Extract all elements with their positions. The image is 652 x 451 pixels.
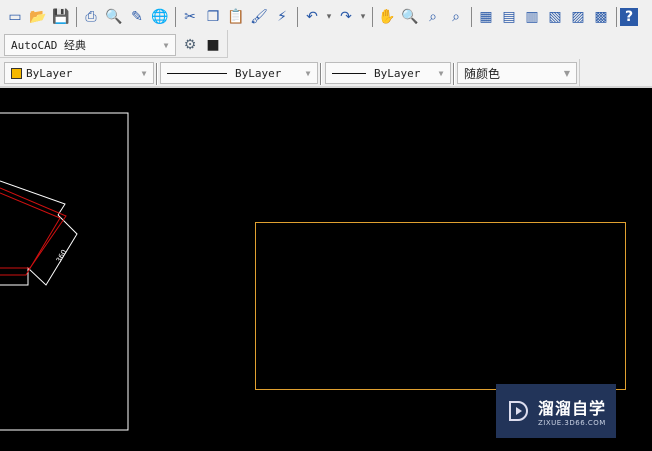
divider (156, 63, 158, 85)
sheet-set-icon[interactable]: ▧ (544, 6, 566, 28)
new-icon[interactable]: ▭ (4, 6, 26, 28)
chevron-down-icon: ▼ (305, 68, 311, 78)
toolbar-area: ▭ 📂 💾 ⎙ 🔍 ✎ 🌐 ✂ ❐ 📋 🖌 ⚡ ↶ ▾ ↷ ▾ ✋ 🔍 ⌕ ⌕ ▦ ▤ ▥ ▧ ▨ ▩? AutoCAD 经典 ▼… (0, 0, 652, 88)
color-control[interactable]: ByLayer ▼ (4, 62, 154, 84)
play-logo-icon (509, 401, 528, 421)
undo-icon[interactable]: ↶ (301, 6, 323, 28)
watermark-subtitle: ZIXUE.3D66.COM (538, 419, 606, 427)
standard-toolbar: ▭ 📂 💾 ⎙ 🔍 ✎ 🌐 ✂ ❐ 📋 🖌 ⚡ ↶ ▾ ↷ ▾ ✋ 🔍 ⌕ ⌕ ▦ ▤ ▥ ▧ ▨ ▩? (0, 4, 639, 30)
markup-icon[interactable]: ▨ (567, 6, 589, 28)
chevron-down-icon: ▼ (438, 68, 444, 78)
zoom-window-icon[interactable]: ⌕ (422, 6, 444, 28)
color-swatch (11, 67, 22, 79)
properties-icon[interactable]: ▦ (475, 6, 497, 28)
publish-icon[interactable]: ✎ (126, 6, 148, 28)
zoom-previous-icon[interactable]: ⌕ (445, 6, 467, 28)
divider (453, 63, 455, 85)
plot-preview-icon[interactable]: 🔍 (103, 6, 125, 28)
lineweight-control[interactable]: ByLayer ▼ (325, 62, 451, 84)
toolbar-separator (372, 7, 373, 27)
workspace-settings-icon[interactable]: ⚙ (179, 34, 201, 56)
workspace-value: AutoCAD 经典 (11, 39, 86, 52)
watermark-title: 溜溜自学 (538, 399, 607, 418)
line-sample (332, 72, 366, 74)
match-properties-icon[interactable]: 🖌 (248, 6, 270, 28)
shape-outline (0, 180, 78, 286)
color-value: ByLayer (26, 66, 73, 80)
properties-toolbar: ByLayer ▼ ByLayer ▼ ByLayer ▼ 随颜色 ▼ (0, 59, 580, 87)
design-center-icon[interactable]: ▤ (498, 6, 520, 28)
toolbar-separator (297, 7, 298, 27)
plotstyle-value: 随颜色 (464, 66, 501, 81)
chevron-down-icon: ▼ (163, 40, 169, 50)
help-icon[interactable]: ? (620, 8, 638, 26)
open-icon[interactable]: 📂 (27, 6, 49, 28)
copy-icon[interactable]: ❐ (202, 6, 224, 28)
block-editor-icon[interactable]: ⚡ (271, 6, 293, 28)
selection-rectangle (255, 222, 626, 390)
plot-icon[interactable]: ⎙ (80, 6, 102, 28)
save-icon[interactable]: 💾 (50, 6, 72, 28)
pan-icon[interactable]: ✋ (376, 6, 398, 28)
watermark: 溜溜自学 ZIXUE.3D66.COM (496, 384, 616, 438)
calculator-icon[interactable]: ▩ (590, 6, 612, 28)
linetype-control[interactable]: ByLayer ▼ (160, 62, 318, 84)
layout-frame (0, 112, 129, 431)
toolbar-separator (175, 7, 176, 27)
3d-dwf-icon[interactable]: 🌐 (149, 6, 171, 28)
paste-icon[interactable]: 📋 (225, 6, 247, 28)
workspaces-toolbar: AutoCAD 经典 ▼ ⚙ ■ (0, 30, 228, 58)
toolbar-separator (616, 7, 617, 27)
divider (320, 63, 322, 85)
linetype-value: ByLayer (235, 66, 282, 80)
undo-dropdown-icon[interactable]: ▾ (324, 6, 334, 28)
tool-palettes-icon[interactable]: ▥ (521, 6, 543, 28)
workspace-save-icon[interactable]: ■ (202, 34, 224, 56)
toolbar-separator (471, 7, 472, 27)
toolbar-separator (76, 7, 77, 27)
workspace-dropdown[interactable]: AutoCAD 经典 ▼ (4, 34, 176, 56)
lineweight-value: ByLayer (374, 66, 421, 80)
redo-icon[interactable]: ↷ (335, 6, 357, 28)
zoom-realtime-icon[interactable]: 🔍 (399, 6, 421, 28)
cut-icon[interactable]: ✂ (179, 6, 201, 28)
chevron-down-icon: ▼ (563, 68, 571, 78)
line-sample (167, 72, 227, 74)
redo-dropdown-icon[interactable]: ▾ (358, 6, 368, 28)
chevron-down-icon: ▼ (141, 68, 147, 78)
plotstyle-control[interactable]: 随颜色 ▼ (457, 62, 577, 84)
